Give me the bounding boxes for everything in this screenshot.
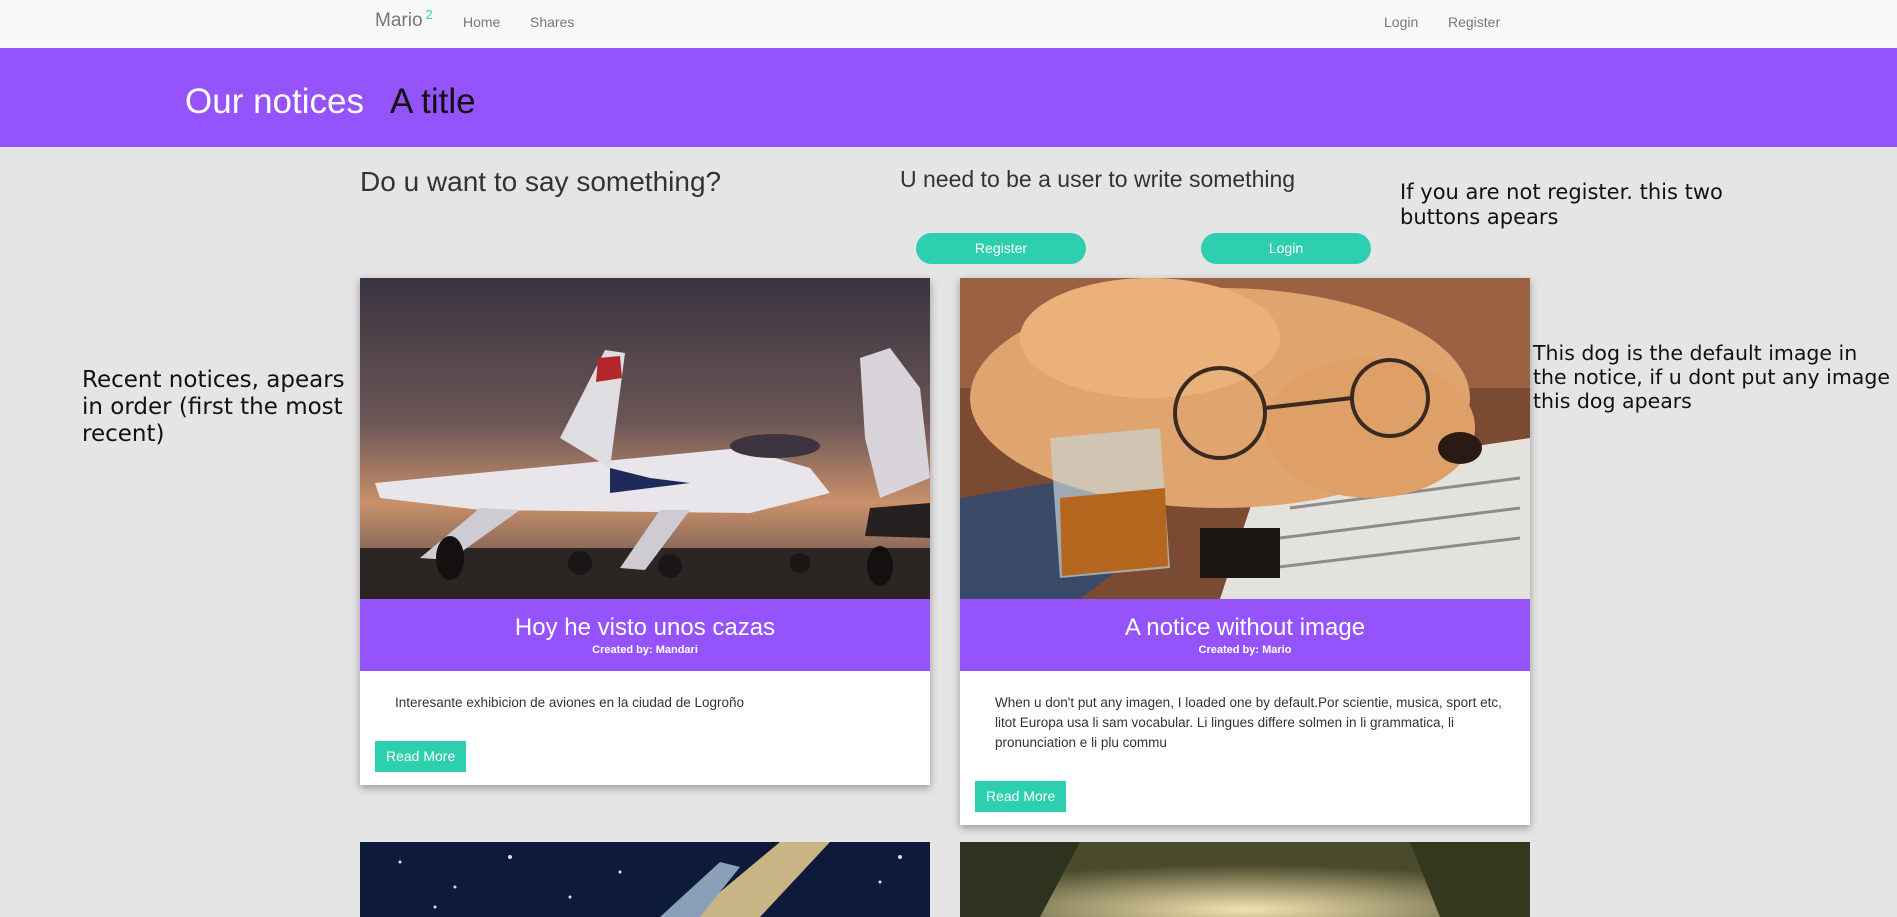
notification-badge[interactable]: 2	[426, 7, 433, 22]
puppy-default-image[interactable]	[960, 278, 1530, 599]
notice-card: A notice without image Created by: Mario…	[960, 278, 1530, 825]
register-button[interactable]: Register	[916, 233, 1086, 264]
notice-header: A notice without image Created by: Mario	[960, 599, 1530, 671]
notice-card: Hoy he visto unos cazas Created by: Mand…	[360, 278, 930, 785]
annotation-buttons: If you are not register. this two button…	[1400, 180, 1723, 229]
page-subtitle: A title	[390, 82, 476, 121]
notice-title[interactable]: Hoy he visto unos cazas	[360, 599, 930, 642]
fighter-jet-image[interactable]	[360, 278, 930, 599]
nav-home[interactable]: Home	[463, 14, 500, 30]
nav-register[interactable]: Register	[1448, 14, 1500, 30]
login-button[interactable]: Login	[1201, 233, 1371, 264]
notice-author: Created by: Mario	[1198, 644, 1292, 656]
notice-text: Interesante exhibicion de aviones en la …	[395, 695, 745, 710]
page-title: Our notices	[185, 82, 364, 121]
read-more-button[interactable]: Read More	[975, 781, 1067, 812]
nav-login[interactable]: Login	[1384, 14, 1418, 30]
hero-banner: Our notices A title	[0, 48, 1897, 147]
notice-card-image-partial[interactable]	[960, 842, 1530, 917]
read-more-button[interactable]: Read More	[375, 741, 467, 772]
brand[interactable]: Mario 2	[375, 7, 433, 32]
write-prompt: Do u want to say something?	[360, 166, 722, 197]
notice-text: When u don't put any imagen, I loaded on…	[995, 695, 1502, 750]
notice-header: Hoy he visto unos cazas Created by: Mand…	[360, 599, 930, 671]
annotation-recent: Recent notices, apears in order (first t…	[82, 367, 345, 448]
notice-author: Created by: Mandari	[592, 644, 698, 656]
notice-title[interactable]: A notice without image	[960, 599, 1530, 642]
notice-card-image-partial[interactable]	[360, 842, 930, 917]
login-required-message: U need to be a user to write something	[900, 166, 1296, 192]
annotation-dog: This dog is the default image in the not…	[1533, 341, 1890, 414]
navbar: Mario 2 Home Shares Login Register	[0, 0, 1897, 49]
brand-label: Mario	[375, 10, 423, 31]
nav-shares[interactable]: Shares	[530, 14, 574, 30]
